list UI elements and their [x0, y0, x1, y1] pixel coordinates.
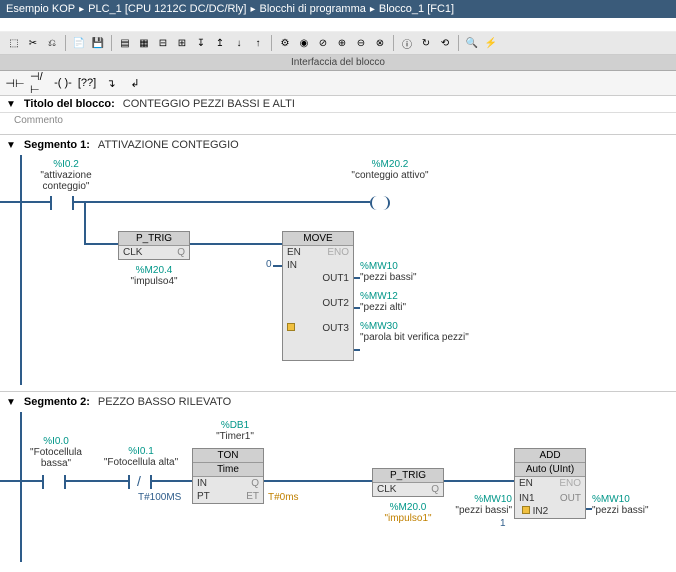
toolbar-btn-14[interactable]: ⚙ [277, 35, 293, 51]
expand-icon[interactable] [287, 323, 295, 331]
wire [0, 201, 50, 203]
power-rail [20, 412, 22, 562]
contact-no[interactable] [42, 474, 66, 490]
coil-tag[interactable]: %M20.2 "conteggio attivo" [340, 159, 440, 181]
toolbar-btn-6[interactable]: ▤ [117, 35, 133, 51]
ptrig-block[interactable]: P_TRIG CLKQ [118, 231, 190, 260]
expand-icon[interactable] [522, 506, 530, 514]
segment1-desc[interactable]: ATTIVAZIONE CONTEGGIO [98, 139, 239, 151]
toolbar-btn-18[interactable]: ⊖ [353, 35, 369, 51]
power-rail [20, 155, 22, 385]
move-block[interactable]: MOVE ENENO IN OUT1 OUT2 OUT3 [282, 231, 354, 361]
toolbar-btn-22[interactable]: ⟲ [437, 35, 453, 51]
toolbar-btn-4[interactable]: 📄 [71, 35, 87, 51]
add-out-tag[interactable]: %MW10 "pezzi bassi" [592, 494, 649, 516]
toolbar-btn-19[interactable]: ⊗ [372, 35, 388, 51]
contact-nc[interactable] [128, 474, 152, 490]
toolbar-btn-20[interactable]: ⓘ [399, 35, 415, 51]
contact2-tag[interactable]: %I0.1 "Fotocellula alta" [96, 446, 186, 468]
segment2-label: Segmento 2: [24, 396, 90, 408]
toolbar-btn-7[interactable]: ▦ [136, 35, 152, 51]
segment1-label: Segmento 1: [24, 139, 90, 151]
ladder-toolbar: ⊣⊢ ⊣/⊢ -( )- [??] ↴ ↲ [0, 71, 676, 96]
collapse-icon[interactable]: ▼ [6, 140, 16, 151]
ton-pt-val[interactable]: T#100MS [138, 492, 181, 503]
segment1-header: ▼ Segmento 1: ATTIVAZIONE CONTEGGIO [0, 134, 676, 155]
wire [273, 265, 282, 267]
contact-no-icon[interactable]: ⊣⊢ [6, 74, 24, 92]
segment2-header: ▼ Segmento 2: PEZZO BASSO RILEVATO [0, 391, 676, 412]
box-icon[interactable]: [??] [78, 74, 96, 92]
toolbar-btn-15[interactable]: ◉ [296, 35, 312, 51]
toolbar-btn-5[interactable]: 💾 [90, 35, 106, 51]
breadcrumb-root[interactable]: Esempio KOP [6, 3, 75, 15]
toolbar-btn-12[interactable]: ↓ [231, 35, 247, 51]
breadcrumb-block[interactable]: Blocco_1 [FC1] [379, 3, 454, 15]
wire [84, 243, 118, 245]
ton-et-val[interactable]: T#0ms [268, 492, 299, 503]
add-in2-val[interactable]: 1 [500, 518, 506, 529]
move-out1-tag[interactable]: %MW10 "pezzi bassi" [360, 261, 417, 283]
toolbar-btn-17[interactable]: ⊕ [334, 35, 350, 51]
move-out3-tag[interactable]: %MW30 "parola bit verifica pezzi" [360, 321, 469, 343]
toolbar-btn-8[interactable]: ⊟ [155, 35, 171, 51]
ptrig2-tag[interactable]: %M20.0 "impulso1" [370, 502, 446, 524]
toolbar-btn-13[interactable]: ↑ [250, 35, 266, 51]
breadcrumb-folder[interactable]: Blocchi di programma [260, 3, 366, 15]
collapse-icon[interactable]: ▼ [6, 397, 16, 408]
block-title-value[interactable]: CONTEGGIO PEZZI BASSI E ALTI [123, 98, 295, 110]
block-title-row: ▼ Titolo del blocco: CONTEGGIO PEZZI BAS… [0, 96, 676, 113]
block-comment[interactable]: Commento [0, 113, 676, 128]
toolbar-btn-3[interactable]: ⎌ [44, 35, 60, 51]
contact-tag[interactable]: %I0.2 "attivazione conteggio" [26, 159, 106, 192]
toolbar-btn-16[interactable]: ⊘ [315, 35, 331, 51]
segment1-ladder[interactable]: %I0.2 "attivazione conteggio" %M20.2 "co… [0, 155, 676, 385]
ptrig2-block[interactable]: P_TRIG CLKQ [372, 468, 444, 497]
add-block[interactable]: ADD Auto (UInt) ENENO IN1OUT IN2 [514, 448, 586, 519]
toolbar-btn-1[interactable]: ⬚ [6, 35, 22, 51]
toolbar-btn-10[interactable]: ↧ [193, 35, 209, 51]
branch-close-icon[interactable]: ↲ [126, 74, 144, 92]
branch [84, 201, 86, 245]
chevron-right-icon: ▸ [370, 4, 375, 15]
branch-open-icon[interactable]: ↴ [102, 74, 120, 92]
ton-block[interactable]: TON Time INQ PTET [192, 448, 264, 504]
move-out2-tag[interactable]: %MW12 "pezzi alti" [360, 291, 406, 313]
block-title-label: Titolo del blocco: [24, 98, 115, 110]
toolbar-btn-9[interactable]: ⊞ [174, 35, 190, 51]
toolbar-btn-24[interactable]: ⚡ [483, 35, 499, 51]
breadcrumb: Esempio KOP ▸ PLC_1 [CPU 1212C DC/DC/Rly… [0, 0, 676, 18]
contact1-tag[interactable]: %I0.0 "Fotocellula bassa" [16, 436, 96, 469]
interface-bar[interactable]: Interfaccia del blocco [0, 55, 676, 71]
main-toolbar: ⬚ ✂ ⎌ 📄 💾 ▤ ▦ ⊟ ⊞ ↧ ↥ ↓ ↑ ⚙ ◉ ⊘ ⊕ ⊖ ⊗ ⓘ … [0, 32, 676, 55]
chevron-right-icon: ▸ [250, 4, 255, 15]
contact-no[interactable] [50, 195, 74, 211]
chevron-right-icon: ▸ [79, 4, 84, 15]
toolbar-btn-21[interactable]: ↻ [418, 35, 434, 51]
toolbar-btn-23[interactable]: 🔍 [464, 35, 480, 51]
ptrig-tag[interactable]: %M20.4 "impulso4" [112, 265, 196, 287]
move-in-val[interactable]: 0 [266, 259, 272, 270]
segment2-desc[interactable]: PEZZO BASSO RILEVATO [98, 396, 231, 408]
coil[interactable] [370, 195, 390, 211]
contact-nc-icon[interactable]: ⊣/⊢ [30, 74, 48, 92]
ton-db-tag[interactable]: %DB1 "Timer1" [200, 420, 270, 442]
add-in1-tag[interactable]: %MW10 "pezzi bassi" [454, 494, 512, 516]
coil-icon[interactable]: -( )- [54, 74, 72, 92]
wire [190, 243, 282, 245]
breadcrumb-plc[interactable]: PLC_1 [CPU 1212C DC/DC/Rly] [88, 3, 246, 15]
segment2-ladder[interactable]: %I0.0 "Fotocellula bassa" %I0.1 "Fotocel… [0, 412, 676, 562]
toolbar-btn-11[interactable]: ↥ [212, 35, 228, 51]
toolbar-btn-2[interactable]: ✂ [25, 35, 41, 51]
wire [74, 201, 370, 203]
collapse-icon[interactable]: ▼ [6, 99, 16, 110]
